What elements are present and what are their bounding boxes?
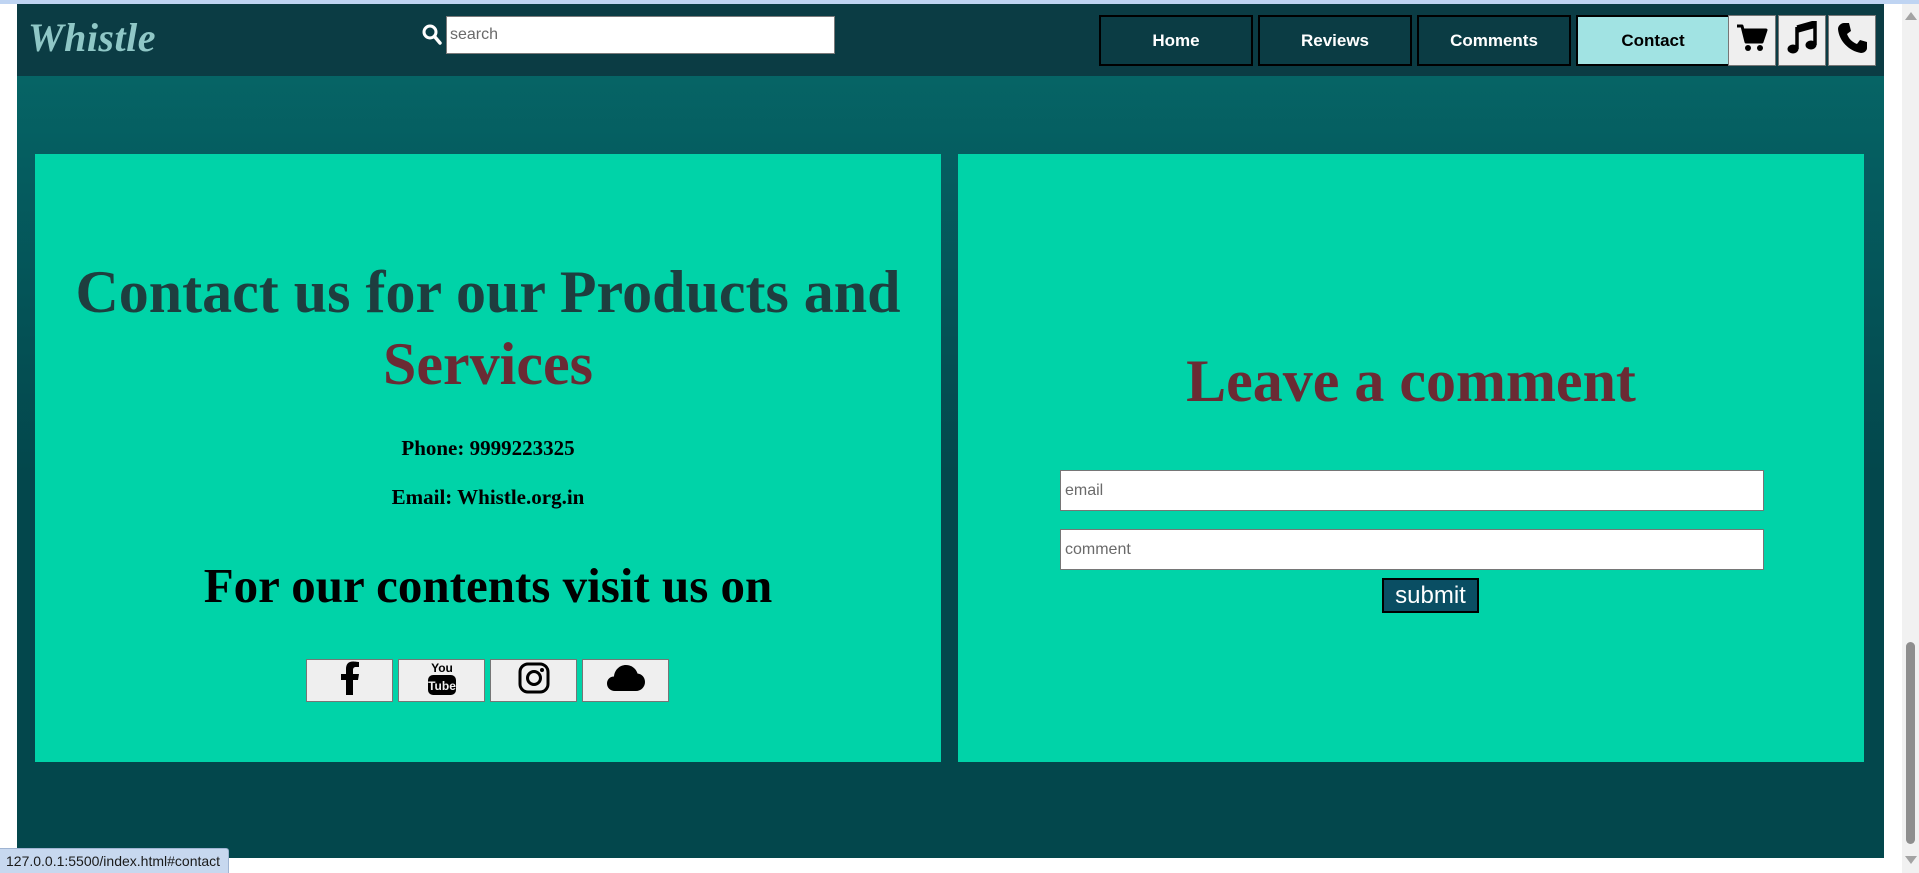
facebook-button[interactable]	[306, 659, 393, 702]
phone-icon	[1837, 22, 1867, 59]
music-note-icon	[1787, 19, 1817, 60]
social-links: You Tube	[306, 659, 669, 702]
status-bar-url: 127.0.0.1:5500/index.html#contact	[0, 848, 230, 873]
youtube-button[interactable]: You Tube	[398, 659, 485, 702]
instagram-button[interactable]	[490, 659, 577, 702]
contact-heading: Contact us for our Products and Services	[35, 256, 941, 400]
search-icon	[422, 24, 442, 46]
scrollbar-thumb[interactable]	[1906, 642, 1915, 844]
scroll-up-arrow-icon[interactable]	[1905, 12, 1917, 20]
nav-menu: Home Reviews Comments Contact	[1099, 15, 1730, 66]
comment-field[interactable]	[1060, 529, 1764, 570]
nav-reviews-button[interactable]: Reviews	[1258, 15, 1412, 66]
cloud-button[interactable]	[582, 659, 669, 702]
search-bar	[422, 16, 835, 57]
page: Whistle Home Reviews Comments Contact	[17, 4, 1884, 858]
phone-text: Phone: 9999223325	[401, 436, 575, 460]
browser-viewport: Whistle Home Reviews Comments Contact	[0, 0, 1919, 873]
comment-panel: Leave a comment submit	[958, 154, 1864, 762]
music-button[interactable]	[1778, 15, 1826, 66]
navbar: Whistle Home Reviews Comments Contact	[17, 4, 1884, 76]
contact-heading-main: Contact us for our Products and	[75, 259, 901, 325]
email-field[interactable]	[1060, 470, 1764, 511]
nav-home-button[interactable]: Home	[1099, 15, 1253, 66]
facebook-icon	[340, 661, 360, 700]
svg-text:You: You	[431, 661, 453, 675]
contact-heading-accent: Services	[383, 331, 593, 397]
nav-icon-buttons	[1728, 15, 1876, 66]
logo[interactable]: Whistle	[28, 14, 156, 61]
instagram-icon	[518, 662, 550, 699]
youtube-icon: You Tube	[427, 660, 457, 701]
submit-button[interactable]: submit	[1382, 578, 1479, 613]
email-text: Email: Whistle.org.in	[391, 485, 585, 509]
visit-heading: For our contents visit us on	[203, 558, 773, 613]
nav-comments-button[interactable]: Comments	[1417, 15, 1571, 66]
search-input[interactable]	[446, 16, 835, 54]
cart-button[interactable]	[1728, 15, 1776, 66]
phone-button[interactable]	[1828, 15, 1876, 66]
comment-heading: Leave a comment	[1186, 348, 1636, 414]
vertical-scrollbar[interactable]	[1902, 4, 1919, 873]
contact-panel: Contact us for our Products and Services…	[35, 154, 941, 762]
nav-contact-button[interactable]: Contact	[1576, 15, 1730, 66]
svg-text:Tube: Tube	[428, 679, 456, 693]
shopping-cart-icon	[1736, 23, 1768, 58]
soundcloud-icon	[606, 664, 646, 697]
scroll-down-arrow-icon[interactable]	[1905, 856, 1917, 864]
